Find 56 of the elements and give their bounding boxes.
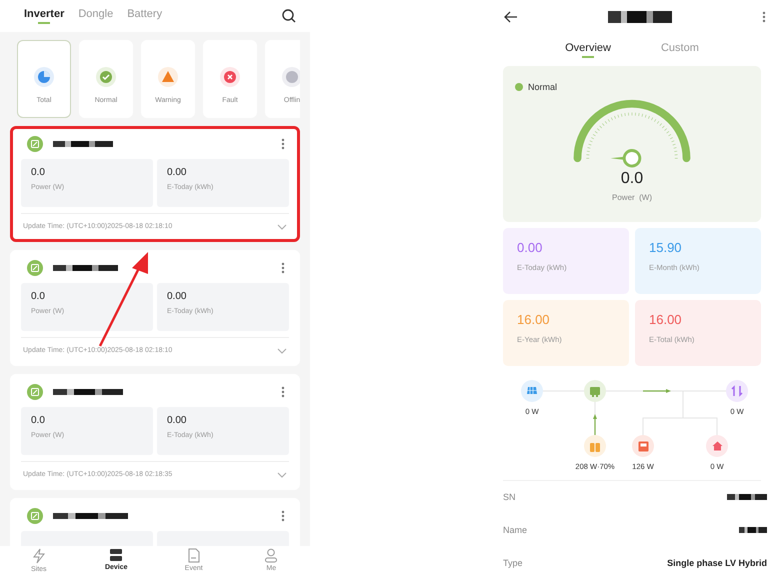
redacted-name bbox=[53, 141, 113, 147]
inverter-icon bbox=[27, 260, 43, 276]
category-tab[interactable]: Dongle bbox=[78, 8, 114, 24]
inverter-icon bbox=[27, 384, 43, 400]
power-value: 0.0 bbox=[31, 167, 46, 178]
power-label: Power (W) bbox=[612, 192, 652, 202]
more-icon[interactable] bbox=[281, 138, 285, 150]
warning-icon bbox=[158, 67, 178, 87]
meter-icon bbox=[638, 440, 648, 452]
more-icon[interactable] bbox=[281, 386, 285, 398]
search-icon[interactable] bbox=[282, 9, 296, 23]
info-value: Single phase LV Hybrid bbox=[667, 558, 767, 568]
power-value: 0.0 bbox=[620, 170, 644, 188]
error-icon bbox=[220, 67, 240, 87]
category-tab[interactable]: Battery bbox=[127, 8, 162, 24]
transfer-icon bbox=[731, 385, 743, 398]
battery-icon bbox=[589, 440, 601, 452]
chevron-down-icon[interactable] bbox=[277, 224, 287, 230]
solar-panel-icon bbox=[526, 386, 538, 396]
inverter-icon bbox=[27, 136, 43, 152]
redacted-value bbox=[739, 527, 767, 534]
energy-value: 16.00 bbox=[517, 312, 551, 328]
redacted-value bbox=[727, 494, 767, 500]
info-label: Type bbox=[503, 558, 523, 568]
energy-value: 15.90 bbox=[649, 240, 683, 256]
document-icon bbox=[188, 548, 200, 563]
info-label: SN bbox=[503, 492, 516, 502]
user-icon bbox=[264, 548, 278, 563]
redacted-name bbox=[53, 389, 123, 395]
status-label: Normal bbox=[528, 82, 558, 92]
info-label: Name bbox=[503, 525, 528, 536]
energy-value: 16.00 bbox=[649, 312, 683, 328]
back-arrow-icon[interactable] bbox=[504, 10, 518, 23]
lightning-icon bbox=[32, 548, 46, 564]
check-icon bbox=[96, 67, 116, 87]
house-icon bbox=[712, 441, 722, 452]
more-icon[interactable] bbox=[281, 262, 285, 274]
view-tab[interactable]: Overview bbox=[565, 42, 611, 58]
inverter-icon bbox=[27, 508, 43, 524]
redacted-title bbox=[608, 10, 672, 23]
energy-value: 0.00 bbox=[167, 167, 188, 178]
chevron-down-icon[interactable] bbox=[277, 472, 287, 478]
category-tab[interactable]: Inverter bbox=[24, 8, 64, 24]
inverter-icon bbox=[589, 386, 601, 397]
more-icon[interactable] bbox=[762, 10, 766, 23]
power-value: 0.0 bbox=[31, 291, 46, 302]
view-tab[interactable]: Custom bbox=[660, 42, 699, 58]
energy-value: 0.00 bbox=[517, 240, 544, 256]
energy-value: 0.00 bbox=[167, 291, 188, 302]
energy-value: 0.00 bbox=[167, 415, 188, 426]
power-value: 0.0 bbox=[31, 415, 46, 426]
chevron-down-icon[interactable] bbox=[277, 348, 287, 354]
more-icon[interactable] bbox=[281, 510, 285, 522]
server-icon bbox=[109, 548, 124, 562]
redacted-name bbox=[53, 265, 118, 271]
pie-chart-icon bbox=[34, 67, 54, 87]
